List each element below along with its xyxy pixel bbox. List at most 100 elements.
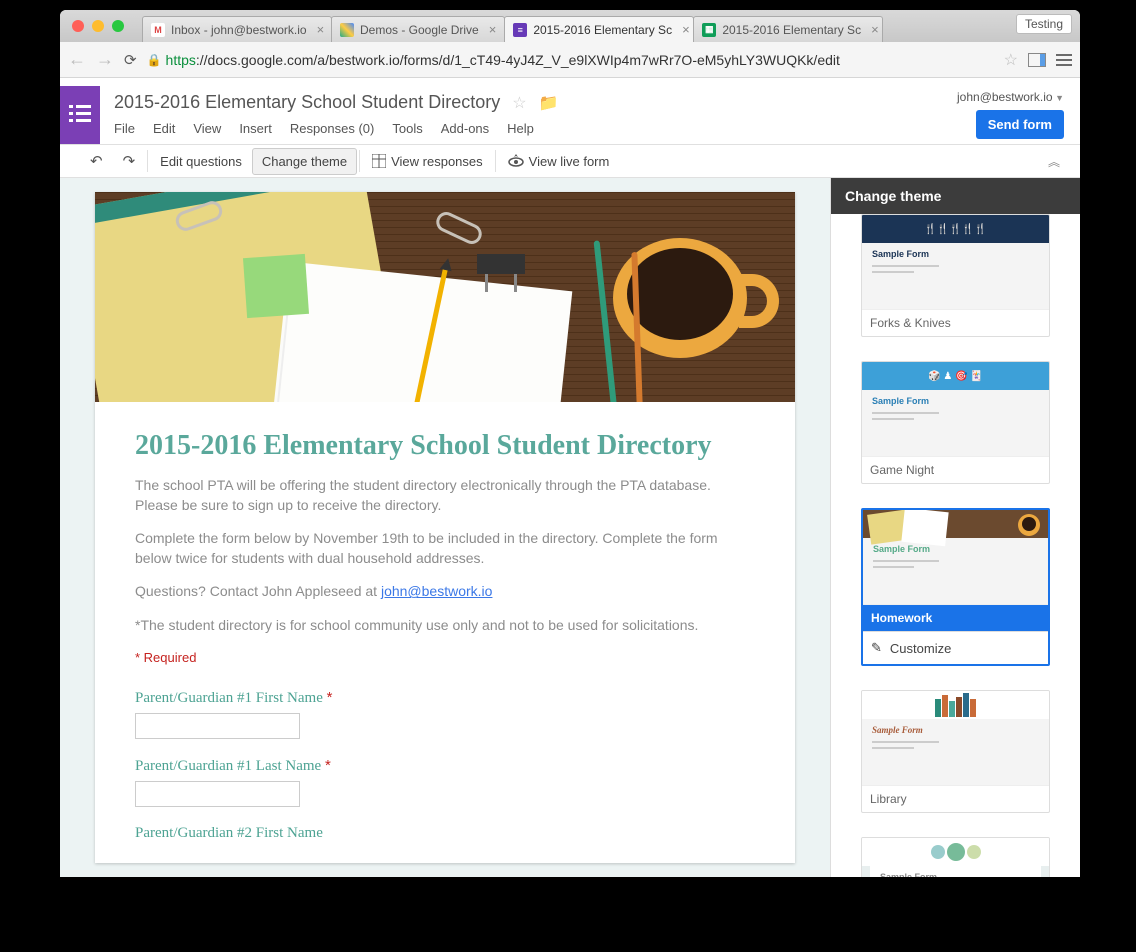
required-asterisk: * — [327, 689, 333, 706]
close-icon[interactable]: × — [682, 22, 690, 37]
menu-file[interactable]: File — [114, 121, 135, 136]
form-card: 2015-2016 Elementary School Student Dire… — [95, 192, 795, 863]
theme-name: Forks & Knives — [862, 309, 1049, 336]
account-email[interactable]: john@bestwork.io — [957, 90, 1064, 104]
theme-thumb: 🎲 ♟ 🎯 🃏 Sample Form — [862, 362, 1049, 456]
view-responses-label: View responses — [391, 154, 483, 169]
star-icon[interactable]: ☆ — [512, 93, 526, 113]
eye-icon — [508, 153, 524, 169]
pencil-icon: ✎ — [871, 640, 882, 656]
browser-tab-sheets[interactable]: ▦ 2015-2016 Elementary Sc × — [693, 16, 883, 42]
drive-icon — [340, 23, 354, 37]
thumb-sample-label: Sample Form — [872, 725, 1039, 735]
menu-responses[interactable]: Responses (0) — [290, 121, 375, 136]
menu-icon[interactable] — [1056, 54, 1072, 66]
theme-card-library[interactable]: Sample Form Library — [861, 690, 1050, 813]
question-input-1[interactable] — [135, 713, 300, 739]
browser-window: M Inbox - john@bestwork.io × Demos - Goo… — [60, 10, 1080, 877]
theme-thumb: Sample Form — [863, 510, 1048, 604]
tab-label: 2015-2016 Elementary Sc — [722, 23, 861, 37]
browser-tab-forms[interactable]: ≡ 2015-2016 Elementary Sc × — [504, 16, 694, 42]
close-icon[interactable]: × — [317, 22, 325, 37]
contact-email-link[interactable]: john@bestwork.io — [381, 583, 493, 599]
close-window-icon[interactable] — [72, 20, 84, 32]
url-https: https — [166, 52, 196, 68]
testing-badge: Testing — [1016, 14, 1072, 34]
form-description-2: Complete the form below by November 19th… — [135, 529, 755, 568]
theme-card-homework[interactable]: Sample Form Homework ✎ Customize — [861, 508, 1050, 666]
maximize-window-icon[interactable] — [112, 20, 124, 32]
theme-hero-image — [95, 192, 795, 402]
back-icon[interactable]: ← — [68, 49, 86, 70]
google-forms-app: 2015-2016 Elementary School Student Dire… — [60, 78, 1080, 877]
theme-list[interactable]: 🍴🍴🍴🍴🍴 Sample Form Forks & Knives 🎲 ♟ 🎯 🃏… — [831, 214, 1080, 877]
thumb-sample-label: Sample Form — [872, 396, 1039, 406]
theme-panel-header: Change theme — [831, 178, 1080, 214]
theme-card-next[interactable]: Sample Form — [861, 837, 1050, 877]
menu-help[interactable]: Help — [507, 121, 534, 136]
customize-theme-button[interactable]: ✎ Customize — [863, 631, 1048, 664]
browser-tabs: M Inbox - john@bestwork.io × Demos - Goo… — [142, 10, 1080, 42]
browser-tab-drive[interactable]: Demos - Google Drive × — [331, 16, 505, 42]
close-icon[interactable]: × — [489, 22, 497, 37]
browser-tab-gmail[interactable]: M Inbox - john@bestwork.io × — [142, 16, 332, 42]
desc3-prefix: Questions? Contact John Appleseed at — [135, 583, 381, 599]
form-description-4: *The student directory is for school com… — [135, 616, 755, 636]
question-label-1: Parent/Guardian #1 First Name * — [135, 689, 755, 707]
document-title[interactable]: 2015-2016 Elementary School Student Dire… — [114, 92, 500, 113]
customize-label: Customize — [890, 641, 951, 656]
close-icon[interactable]: × — [871, 22, 879, 37]
theme-panel: Change theme 🍴🍴🍴🍴🍴 Sample Form Forks & K… — [830, 178, 1080, 877]
thumb-sample-label: Sample Form — [873, 544, 1038, 554]
view-live-label: View live form — [529, 154, 610, 169]
forward-icon[interactable]: → — [96, 49, 114, 70]
menu-addons[interactable]: Add-ons — [441, 121, 489, 136]
q3-text: Parent/Guardian #2 First Name — [135, 825, 323, 841]
tab-label: 2015-2016 Elementary Sc — [533, 23, 672, 37]
q1-text: Parent/Guardian #1 First Name — [135, 690, 323, 706]
form-preview-pane[interactable]: 2015-2016 Elementary School Student Dire… — [60, 178, 830, 877]
form-body: 2015-2016 Elementary School Student Dire… — [95, 402, 795, 870]
edit-questions-button[interactable]: Edit questions — [150, 148, 252, 175]
minimize-window-icon[interactable] — [92, 20, 104, 32]
forms-logo[interactable] — [60, 86, 100, 144]
side-panel-icon[interactable] — [1028, 53, 1046, 67]
question-label-3: Parent/Guardian #2 First Name — [135, 825, 755, 842]
menu-insert[interactable]: Insert — [239, 121, 272, 136]
menu-bar: File Edit View Insert Responses (0) Tool… — [114, 113, 943, 142]
form-description-1: The school PTA will be offering the stud… — [135, 476, 755, 515]
theme-card-game-night[interactable]: 🎲 ♟ 🎯 🃏 Sample Form Game Night — [861, 361, 1050, 484]
q2-text: Parent/Guardian #1 Last Name — [135, 758, 321, 774]
separator — [495, 150, 496, 172]
redo-icon[interactable]: ↷ — [113, 146, 146, 176]
view-live-form-button[interactable]: View live form — [498, 147, 620, 175]
menu-edit[interactable]: Edit — [153, 121, 175, 136]
window-controls — [60, 20, 136, 32]
tab-label: Demos - Google Drive — [360, 23, 479, 37]
view-responses-button[interactable]: View responses — [362, 148, 493, 175]
menu-view[interactable]: View — [193, 121, 221, 136]
lock-icon: 🔒 — [147, 53, 162, 67]
forms-toolbar: ↶ ↷ Edit questions Change theme View res… — [60, 144, 1080, 178]
change-theme-button[interactable]: Change theme — [252, 148, 357, 175]
theme-name: Library — [862, 785, 1049, 812]
user-area: john@bestwork.io Send form — [957, 86, 1064, 139]
send-form-button[interactable]: Send form — [976, 110, 1064, 139]
url-field[interactable]: 🔒 https://docs.google.com/a/bestwork.io/… — [147, 52, 994, 68]
reload-icon[interactable]: ⟳ — [124, 51, 137, 69]
folder-icon[interactable]: 📁 — [539, 93, 559, 113]
menu-tools[interactable]: Tools — [392, 121, 422, 136]
bookmark-star-icon[interactable]: ☆ — [1004, 50, 1018, 70]
theme-card-forks-knives[interactable]: 🍴🍴🍴🍴🍴 Sample Form Forks & Knives — [861, 214, 1050, 337]
undo-icon[interactable]: ↶ — [80, 146, 113, 176]
required-asterisk: * — [325, 757, 331, 774]
collapse-toolbar-icon[interactable]: ︽ — [1048, 153, 1060, 170]
form-description-3: Questions? Contact John Appleseed at joh… — [135, 582, 755, 602]
sheets-icon: ▦ — [702, 23, 716, 37]
question-input-2[interactable] — [135, 781, 300, 807]
content-row: 2015-2016 Elementary School Student Dire… — [60, 178, 1080, 877]
list-icon — [69, 104, 91, 124]
thumb-sample-label: Sample Form — [880, 872, 1031, 877]
tab-label: Inbox - john@bestwork.io — [171, 23, 307, 37]
doc-header: 2015-2016 Elementary School Student Dire… — [60, 78, 1080, 144]
